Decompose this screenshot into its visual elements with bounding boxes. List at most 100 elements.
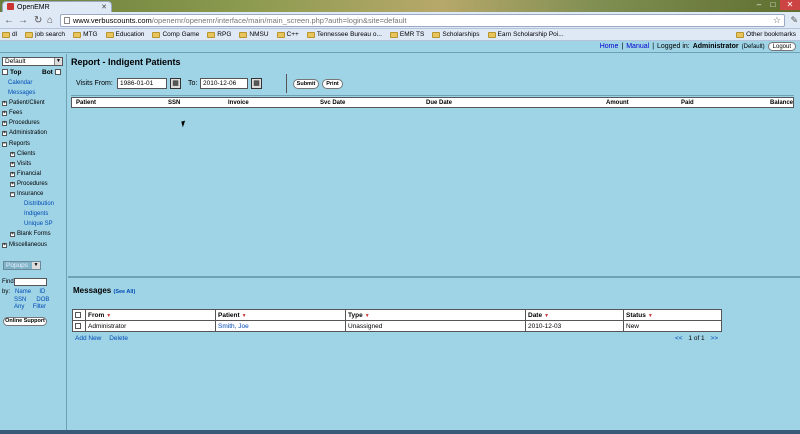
bot-label: Bot [42,69,53,76]
bookmark-item[interactable]: MTG [73,31,98,38]
top-checkbox[interactable] [2,69,8,75]
find-by-filter-link[interactable]: Filter [33,304,46,310]
expand-icon[interactable]: + [2,131,7,137]
bookmark-label: RPG [217,31,232,38]
expand-icon[interactable]: + [10,151,15,157]
sidebar-item-blank-forms[interactable]: + Blank Forms [2,229,66,239]
sidebar-item-calendar[interactable]: Calendar [2,78,66,88]
expand-icon[interactable]: + [2,242,7,248]
folder-icon [2,31,10,38]
to-date-input[interactable]: 2010-12-06 [200,78,248,89]
sidebar-item-insurance[interactable]: − Insurance [2,189,66,199]
sidebar-item-reports[interactable]: − Reports [2,139,66,149]
sidebar-item-distribution[interactable]: Distribution [2,199,66,209]
bookmark-item[interactable]: Education [105,31,144,38]
bookmark-item[interactable]: Scholarships [432,31,480,38]
column-header[interactable]: Status ▼ [623,309,722,321]
bookmark-label: Earn Scholarship Poi... [497,31,564,38]
manual-link[interactable]: Manual [626,43,649,50]
find-by-dob-link[interactable]: DOB [36,297,49,303]
popups-select[interactable]: Popups ▼ [3,261,41,270]
report-table-header: Patient SSN Invoice Svc Date Due Date Am… [71,97,794,108]
bookmark-star-icon[interactable]: ☆ [773,15,781,26]
column-header[interactable]: Date ▼ [525,309,624,321]
add-new-link[interactable]: Add New [75,335,101,342]
report-filter: Visits From: 1986-01-01 ▦ To: 2010-12-06… [71,69,794,96]
home-icon[interactable]: ⌂ [47,15,53,26]
bookmark-item[interactable]: dl [2,31,17,38]
find-by-name-link[interactable]: Name [15,289,31,295]
bookmark-item[interactable]: Earn Scholarship Poi... [487,31,564,38]
sidebar-item-messages[interactable]: Messages [2,88,66,98]
address-bar[interactable]: www.verbuscounts.com/openemr/openemr/int… [60,14,785,27]
from-date-input[interactable]: 1986-01-01 [117,78,167,89]
window-close-icon[interactable]: ✕ [780,0,800,10]
expand-icon[interactable]: + [10,181,15,187]
minimize-icon[interactable]: – [752,0,766,10]
column-header[interactable]: Type ▼ [345,309,526,321]
bookmark-item[interactable]: EMR TS [389,31,424,38]
expand-icon[interactable]: + [10,171,15,177]
maximize-icon[interactable]: □ [766,0,780,10]
expand-icon[interactable]: + [2,111,7,117]
calendar-icon[interactable]: ▦ [170,78,181,89]
tab-close-icon[interactable]: ✕ [101,3,107,11]
calendar-icon[interactable]: ▦ [251,78,262,89]
reload-icon[interactable]: ↻ [34,15,42,26]
online-support-button[interactable]: Online Support [3,317,47,326]
page-title: Report - Indigent Patients [71,57,181,67]
sidebar-item-visits[interactable]: + Visits [2,159,66,169]
sidebar-item-financial[interactable]: + Financial [2,169,66,179]
wrench-icon[interactable]: ✎ [790,15,798,26]
select-all-checkbox[interactable] [75,311,81,318]
bookmark-item[interactable]: C++ [276,31,299,38]
expand-icon[interactable]: + [10,161,15,167]
sidebar-item-unique-sp[interactable]: Unique SP [2,219,66,229]
collapse-icon[interactable]: − [10,192,15,198]
sidebar-item-procedures[interactable]: + Procedures [2,118,66,128]
layout-select[interactable]: Default ▼ [2,57,63,66]
column-header[interactable]: Patient ▼ [215,309,346,321]
back-icon[interactable]: ← [4,15,14,26]
browser-toolbar: ← → ↻ ⌂ www.verbuscounts.com/openemr/ope… [0,12,800,29]
find-by-ssn-link[interactable]: SSN [14,297,26,303]
find-by-any-link[interactable]: Any [14,304,24,310]
table-row[interactable]: Administrator Smith, Joe Unassigned 2010… [72,320,722,332]
pager-text: 1 of 1 [688,335,705,342]
bookmark-item[interactable]: Comp Game [152,31,199,38]
bookmark-item[interactable]: RPG [207,31,231,38]
see-all-link[interactable]: (See All) [113,289,135,295]
bookmark-label: Tennessee Bureau o... [316,31,382,38]
user-name: Administrator [692,43,739,50]
sidebar-item-patient-client[interactable]: + Patient/Client [2,98,66,108]
find-input[interactable] [14,278,47,286]
sidebar-item-procedures[interactable]: + Procedures [2,179,66,189]
pager-next-link[interactable]: >> [710,335,718,342]
row-checkbox[interactable] [75,322,81,329]
column-header[interactable]: From ▼ [85,309,216,321]
other-bookmarks[interactable]: Other bookmarks [736,31,796,38]
submit-button[interactable]: Submit [293,79,319,89]
expand-icon[interactable]: + [2,101,7,107]
home-link[interactable]: Home [600,43,619,50]
message-patient-link[interactable]: Smith, Joe [215,320,346,332]
bot-checkbox[interactable] [54,69,61,75]
bookmark-item[interactable]: Tennessee Bureau o... [306,31,382,38]
sidebar-item-administration[interactable]: + Administration [2,128,66,138]
sidebar-item-clients[interactable]: + Clients [2,149,66,159]
bookmark-item[interactable]: NMSU [239,31,269,38]
expand-icon[interactable]: + [2,121,7,127]
expand-icon[interactable]: + [10,232,15,238]
sidebar-item-fees[interactable]: + Fees [2,108,66,118]
sidebar-item-miscellaneous[interactable]: + Miscellaneous [2,240,66,250]
logout-button[interactable]: Logout [767,42,796,51]
collapse-icon[interactable]: − [2,141,7,147]
find-by-id-link[interactable]: ID [39,289,45,295]
pager-prev-link[interactable]: << [675,335,683,342]
forward-icon[interactable]: → [18,15,28,26]
folder-icon [105,31,114,38]
bookmark-item[interactable]: job search [25,31,65,38]
delete-link[interactable]: Delete [109,335,128,342]
print-button[interactable]: Print [322,79,343,89]
sidebar-item-indigents[interactable]: Indigents [2,209,66,219]
